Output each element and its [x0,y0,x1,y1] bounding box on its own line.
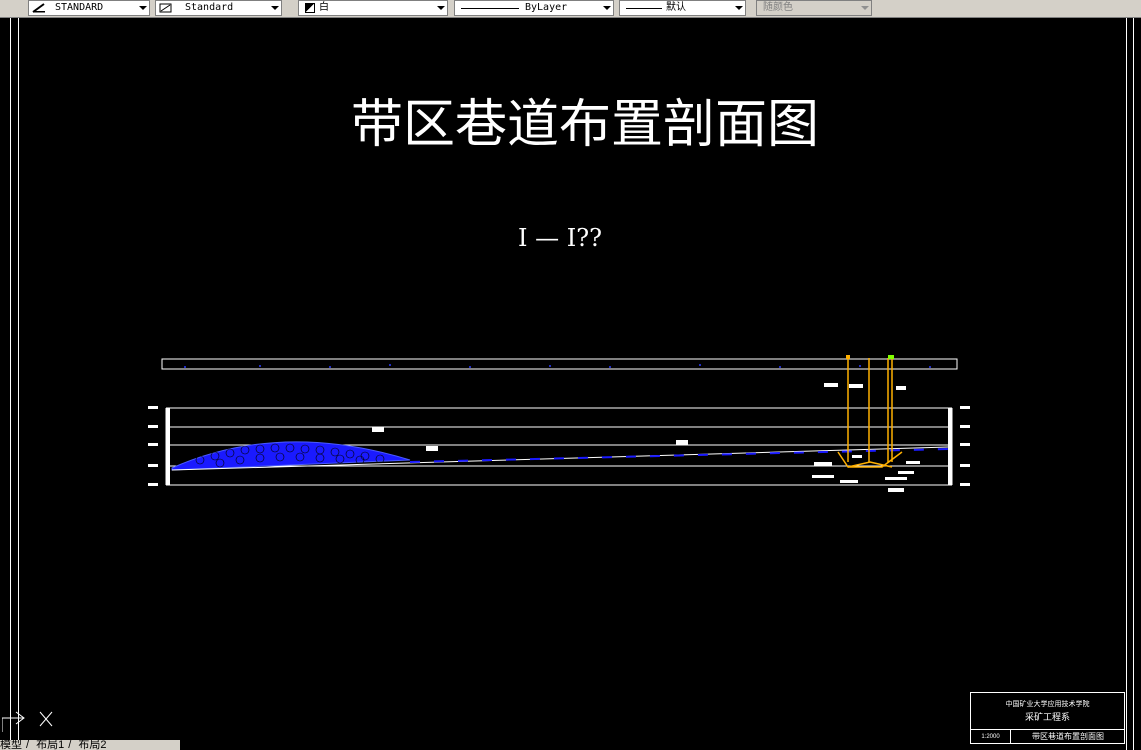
dimension-style-dropdown[interactable]: Standard [155,0,282,16]
viewport-border-left [10,18,11,750]
ucs-icon [2,711,53,732]
chevron-down-icon[interactable] [271,6,279,10]
title-block-drawing-name: 带区巷道布置剖面图 [1032,732,1104,741]
tab-separator: / [68,740,72,750]
lineweight-dropdown[interactable]: 默认 [619,0,746,16]
chevron-down-icon[interactable] [437,6,445,10]
title-block-department: 采矿工程系 [1024,712,1070,722]
dimension-style-icon [159,3,173,13]
drawing-title: 带区巷道布置剖面图 [350,95,819,155]
text-style-value: STANDARD [55,2,104,13]
linetype-sample [461,8,519,9]
viewport-border-right [1133,18,1134,750]
chevron-down-icon[interactable] [139,6,147,10]
plot-style-dropdown[interactable]: 随颜色 [756,0,872,16]
lineweight-value: 默认 [666,2,686,13]
linetype-value: ByLayer [525,2,568,13]
dimension-style-value: Standard [185,2,234,13]
chevron-down-icon[interactable] [861,6,869,10]
color-swatch-icon [305,3,315,13]
text-style-dropdown[interactable]: STANDARD [28,0,150,16]
tab-separator: / [26,740,30,750]
layer-color-value: 白 [319,2,329,13]
title-block-scale: 1:2000 [971,730,1011,744]
drawing-frame-right [1126,18,1127,750]
tab-model[interactable]: 模型 [0,740,22,750]
layer-color-dropdown[interactable]: 白 [298,0,448,16]
lineweight-sample [626,8,662,9]
title-block-school: 中国矿业大学应用技术学院 [1005,701,1090,708]
chevron-down-icon[interactable] [603,6,611,10]
layout-tabs: 模型 / 布局1 / 布局2 [0,740,180,750]
section-label: I — I?? [518,224,602,252]
section-profile-drawing [148,355,970,492]
chevron-down-icon[interactable] [735,6,743,10]
title-block: 中国矿业大学应用技术学院 采矿工程系 1:2000 带区巷道布置剖面图 [970,692,1125,744]
title-block-header: 中国矿业大学应用技术学院 采矿工程系 [971,693,1124,730]
linetype-dropdown[interactable]: ByLayer [454,0,614,16]
text-style-icon [32,3,46,13]
drawing-frame-left [18,18,19,750]
plot-style-value: 随颜色 [763,2,793,13]
tab-layout2[interactable]: 布局2 [78,740,106,750]
properties-toolbar: STANDARD Standard 白 ByLayer 默认 随颜色 [0,0,1141,18]
tab-layout1[interactable]: 布局1 [36,740,64,750]
